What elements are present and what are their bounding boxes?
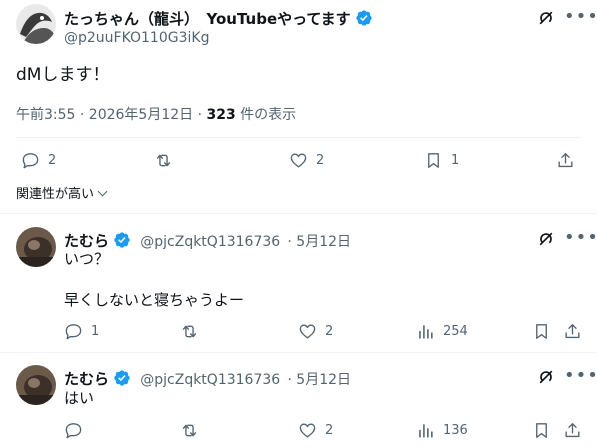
grok-icon[interactable] (536, 8, 556, 28)
reply-author-name[interactable]: たむら @pjcZqktQ1316736 · 5月12日 (64, 230, 351, 251)
repost-button[interactable] (154, 151, 173, 170)
main-tweet-text: dMします！ (16, 65, 110, 85)
repost-button[interactable] (180, 322, 199, 341)
reply-icon (22, 153, 39, 169)
reply-button[interactable]: 2 (21, 151, 56, 170)
grok-icon[interactable] (536, 367, 556, 387)
like-count: 2 (325, 423, 334, 438)
reply-author-name-text: たむら (64, 232, 110, 250)
reply-icon (65, 423, 82, 439)
reply-text-line: いつ？ (64, 250, 110, 268)
like-button[interactable]: 2 (289, 151, 324, 170)
reply-count: 2 (48, 153, 57, 168)
like-count: 2 (325, 324, 334, 339)
reply-button[interactable]: 1 (64, 322, 99, 341)
bookmark-icon (536, 324, 547, 339)
grok-icon[interactable] (536, 229, 556, 249)
more-options-icon[interactable]: ••• (564, 229, 597, 247)
views-count: 254 (443, 324, 468, 339)
like-button[interactable]: 2 (298, 322, 333, 341)
tweet-metadata: 午前3:55 · 2026年5月12日 · 323 件の表示 (16, 104, 296, 124)
analytics-icon (419, 325, 433, 339)
like-count: 2 (316, 153, 325, 168)
reply-avatar[interactable] (16, 227, 56, 267)
repost-icon (182, 424, 197, 437)
reply-author-name[interactable]: たむら @pjcZqktQ1316736 · 5月12日 (64, 368, 351, 389)
share-icon (565, 423, 580, 438)
analytics-icon (419, 424, 433, 438)
verified-badge-icon (114, 232, 130, 248)
reply-author-handle[interactable]: @pjcZqktQ1316736 (140, 234, 280, 250)
reply-text-line: はい (64, 389, 95, 407)
reply-avatar[interactable] (16, 365, 56, 405)
reply-icon (65, 324, 82, 340)
reply-count: 1 (91, 324, 100, 339)
views-button[interactable]: 254 (416, 322, 468, 341)
bookmark-icon (536, 423, 547, 438)
share-button[interactable] (563, 322, 582, 341)
share-button[interactable] (556, 151, 575, 170)
bookmark-button[interactable]: 1 (424, 151, 459, 170)
views-button[interactable]: 136 (416, 421, 468, 440)
reply-author-handle[interactable]: @pjcZqktQ1316736 (140, 372, 280, 388)
share-button[interactable] (563, 421, 582, 440)
repost-button[interactable] (180, 421, 199, 440)
heart-icon (299, 423, 316, 438)
reply-date[interactable]: · 5月12日 (287, 372, 351, 388)
more-options-icon[interactable]: ••• (564, 8, 597, 26)
bookmark-button[interactable] (532, 421, 551, 440)
reply-button[interactable] (64, 421, 83, 440)
reply-date[interactable]: · 5月12日 (287, 234, 351, 250)
repost-icon (156, 154, 171, 167)
main-author-avatar[interactable] (16, 4, 56, 44)
chevron-down-icon (97, 186, 108, 197)
bookmark-count: 1 (451, 153, 460, 168)
like-button[interactable]: 2 (298, 421, 333, 440)
bookmark-button[interactable] (532, 322, 551, 341)
more-options-icon[interactable]: ••• (564, 367, 597, 385)
share-icon (565, 324, 580, 339)
sort-label: 関連性が高い (16, 187, 95, 202)
main-author-handle[interactable]: @p2uuFKO110G3iKg (64, 30, 209, 46)
tweet-timestamp[interactable]: 午前3:55 · 2026年5月12日 · (16, 107, 207, 123)
reply-author-name-text: たむら (64, 370, 110, 388)
verified-badge-icon (355, 10, 372, 26)
sort-dropdown[interactable]: 関連性が高い (16, 183, 108, 202)
views-count: 323 (206, 107, 236, 123)
views-label: 件の表示 (235, 107, 297, 123)
heart-icon (290, 153, 307, 168)
divider (0, 213, 597, 214)
divider (16, 137, 581, 138)
views-count: 136 (443, 423, 468, 438)
repost-icon (182, 325, 197, 338)
bookmark-icon (428, 153, 439, 168)
divider (0, 352, 597, 353)
heart-icon (299, 324, 316, 339)
main-author-name[interactable]: たっちゃん（龍斗） YouTubeやってます (64, 8, 373, 29)
reply-text-line: 早くしないと寝ちゃうよー (64, 291, 245, 309)
verified-badge-icon (114, 370, 130, 386)
main-author-name-text: たっちゃん（龍斗） YouTubeやってます (64, 10, 351, 28)
share-icon (558, 153, 573, 168)
